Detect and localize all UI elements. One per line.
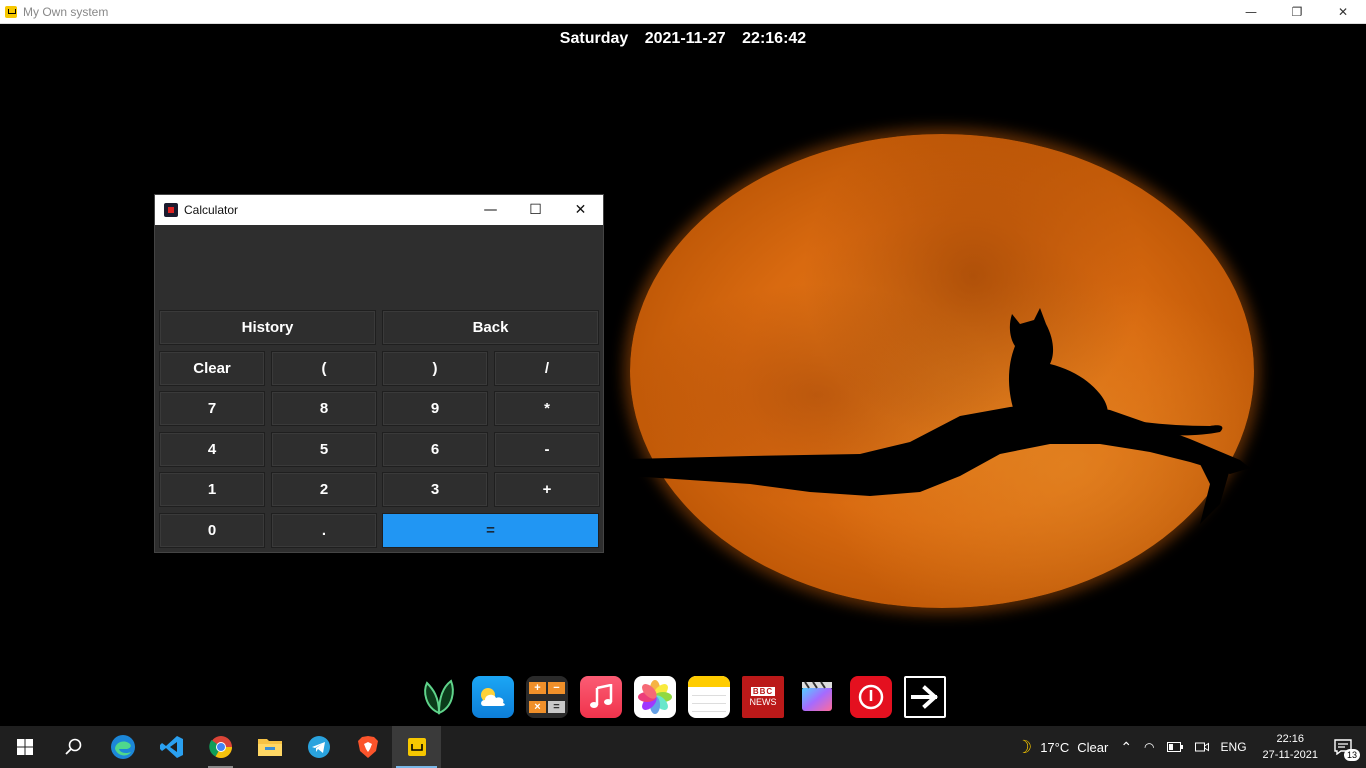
notification-count-badge: 13 [1343, 749, 1360, 761]
meet-now-icon[interactable] [1194, 740, 1209, 754]
telegram-button[interactable] [294, 726, 343, 768]
vscode-icon [159, 736, 183, 758]
start-button[interactable] [0, 726, 49, 768]
wifi-icon[interactable]: ◠ [1144, 740, 1154, 754]
four-button[interactable]: 4 [159, 432, 265, 467]
calc-close-button[interactable]: ✕ [558, 195, 603, 225]
calculator-window: Calculator — ☐ ✕ History Back Clear ( ) … [154, 194, 604, 553]
weather-widget[interactable]: ☽ 17°C Clear [1016, 737, 1108, 758]
chrome-icon [208, 736, 232, 758]
search-icon [64, 738, 81, 755]
date-time-display: Saturday 2021-11-27 22:16:42 [4, 30, 1362, 48]
one-button[interactable]: 1 [159, 472, 265, 507]
app-icon [5, 5, 17, 18]
calculator-titlebar: Calculator — ☐ ✕ [155, 195, 603, 225]
taskbar-clock[interactable]: 22:16 27-11-2021 [1263, 731, 1318, 763]
calc-minimize-button[interactable]: — [468, 195, 513, 225]
plus-button[interactable]: + [494, 472, 600, 507]
folder-icon [257, 739, 282, 756]
calculator-window-icon [164, 203, 178, 217]
cat-on-branch-silhouette [630, 308, 1250, 524]
seven-button[interactable]: 7 [159, 391, 265, 426]
file-explorer-button[interactable] [245, 726, 294, 768]
history-button[interactable]: History [159, 310, 376, 345]
divide-button[interactable]: / [494, 351, 600, 386]
battery-icon[interactable] [1166, 742, 1183, 752]
notes-app-icon[interactable] [688, 676, 730, 718]
bbc-label: BBC [750, 687, 776, 696]
right-paren-button[interactable]: ) [382, 351, 488, 386]
outer-restore-button[interactable]: ❐ [1274, 0, 1320, 24]
music-app-icon[interactable] [580, 676, 622, 718]
edge-icon [110, 735, 135, 759]
equals-button[interactable]: = [382, 513, 599, 548]
outer-window-title: My Own system [23, 4, 109, 19]
clock-time: 22:16:42 [742, 30, 807, 47]
clock-day: Saturday [559, 30, 629, 47]
video-editor-app-icon[interactable] [796, 676, 838, 718]
weather-temp: 17°C [1040, 739, 1070, 755]
taskbar-date: 27-11-2021 [1262, 749, 1318, 761]
nine-button[interactable]: 9 [382, 391, 488, 426]
dock: + − × = BBC NEWS [418, 676, 946, 720]
brave-button[interactable] [343, 726, 392, 768]
bbc-news-app-icon[interactable]: BBC NEWS [742, 676, 784, 718]
left-paren-button[interactable]: ( [271, 351, 377, 386]
brave-icon [357, 736, 378, 758]
calculator-app-icon[interactable]: + − × = [526, 676, 568, 718]
system-tray: ☽ 17°C Clear ⌃ ◠ ENG 22:16 27-11-2021 13 [1010, 726, 1366, 768]
multiply-button[interactable]: * [494, 391, 600, 426]
next-arrow-app-icon[interactable] [904, 676, 946, 718]
show-hidden-icons-button[interactable]: ⌃ [1120, 739, 1132, 756]
calculator-title: Calculator [184, 203, 239, 217]
language-indicator[interactable]: ENG [1221, 740, 1247, 754]
eight-button[interactable]: 8 [271, 391, 377, 426]
search-button[interactable] [49, 726, 98, 768]
clear-button[interactable]: Clear [159, 351, 265, 386]
app-icon-taskbar [407, 738, 426, 756]
two-button[interactable]: 2 [271, 472, 377, 507]
back-button[interactable]: Back [382, 310, 599, 345]
telegram-icon [307, 736, 330, 758]
outer-minimize-button[interactable]: — [1228, 0, 1274, 24]
clock-date: 2021-11-27 [644, 30, 726, 47]
taskbar: ☽ 17°C Clear ⌃ ◠ ENG 22:16 27-11-2021 13 [0, 726, 1366, 768]
photos-app-icon[interactable] [634, 676, 676, 718]
notification-center-button[interactable]: 13 [1334, 739, 1360, 761]
minus-button[interactable]: - [494, 432, 600, 467]
taskbar-time: 22:16 [1276, 733, 1305, 745]
outer-close-button[interactable]: ✕ [1320, 0, 1366, 24]
three-button[interactable]: 3 [382, 472, 488, 507]
windows-icon [16, 739, 33, 755]
five-button[interactable]: 5 [271, 432, 377, 467]
six-button[interactable]: 6 [382, 432, 488, 467]
power-app-icon[interactable] [850, 676, 892, 718]
vscode-button[interactable] [147, 726, 196, 768]
zero-button[interactable]: 0 [159, 513, 265, 548]
calculator-display [155, 225, 603, 310]
my-own-system-button[interactable] [392, 726, 441, 768]
news-label: NEWS [749, 697, 777, 707]
weather-app-icon[interactable] [472, 676, 514, 718]
chrome-button[interactable] [196, 726, 245, 768]
outer-window-titlebar: My Own system — ❐ ✕ [0, 0, 1366, 24]
edge-button[interactable] [98, 726, 147, 768]
weather-text: Clear [1077, 739, 1109, 755]
calc-maximize-button[interactable]: ☐ [513, 195, 558, 225]
decimal-button[interactable]: . [271, 513, 377, 548]
moon-icon: ☽ [1016, 736, 1033, 757]
leaf-app-icon[interactable] [418, 676, 460, 718]
